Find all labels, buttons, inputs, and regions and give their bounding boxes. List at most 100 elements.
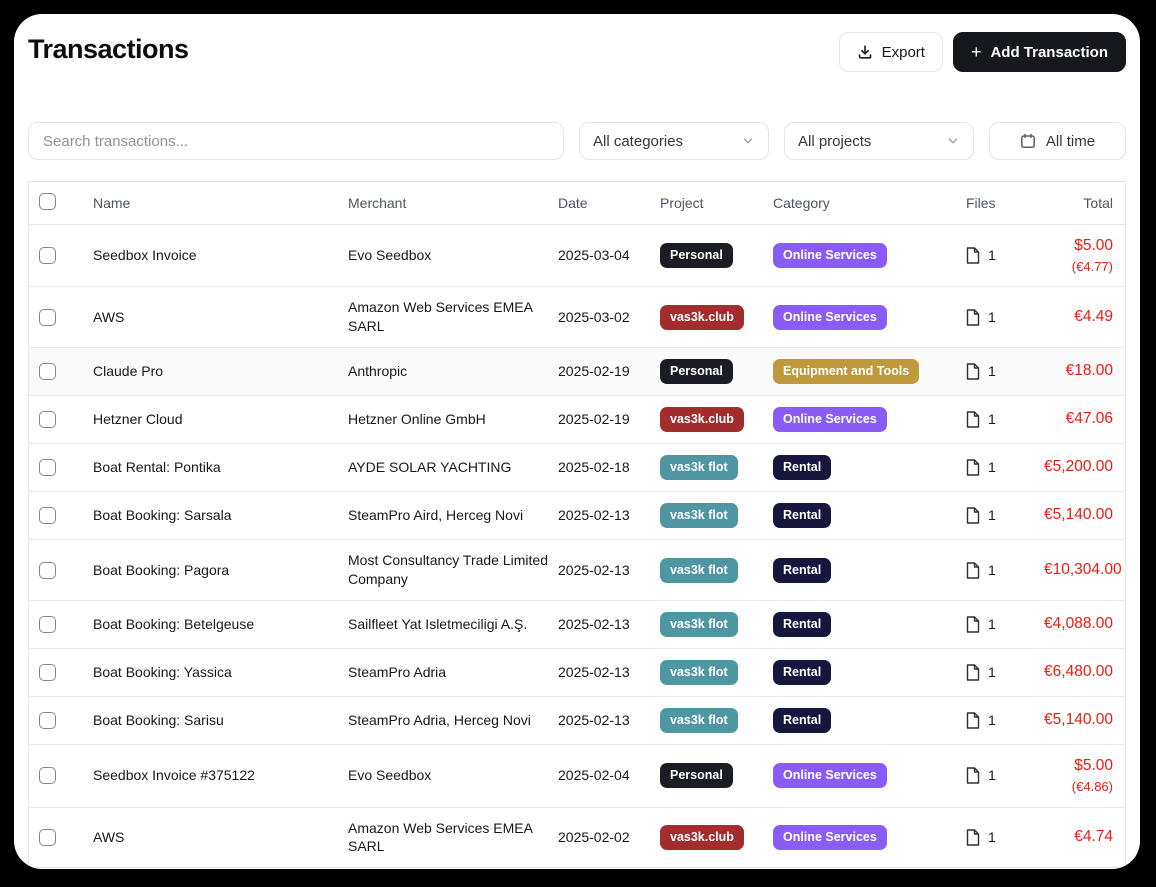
select-all-checkbox[interactable]	[39, 193, 56, 210]
chevron-down-icon	[946, 134, 960, 148]
table-row[interactable]: Boat Booking: Sarisu SteamPro Adria, Her…	[29, 697, 1125, 745]
transaction-merchant: Amazon Web Services EMEA SARL	[348, 287, 558, 347]
export-label: Export	[882, 44, 925, 61]
row-checkbox[interactable]	[39, 767, 56, 784]
row-checkbox[interactable]	[39, 664, 56, 681]
total-amount: €4,088.00	[1044, 614, 1113, 635]
table-row[interactable]: Boat Rental: Pontika AYDE SOLAR YACHTING…	[29, 444, 1125, 492]
project-badge: vas3k.club	[660, 407, 744, 432]
transaction-name: AWS	[93, 814, 348, 861]
transaction-date: 2025-03-04	[558, 232, 660, 279]
transaction-date: 2025-02-02	[558, 814, 660, 861]
file-count: 1	[988, 561, 996, 580]
category-badge: Online Services	[773, 763, 887, 788]
file-count: 1	[988, 828, 996, 847]
transaction-date: 2025-02-13	[558, 601, 660, 648]
project-badge: vas3k flot	[660, 558, 738, 583]
transaction-merchant: Anthropic	[348, 348, 558, 395]
transaction-merchant: Hetzner Online GmbH	[348, 396, 558, 443]
transaction-name: Boat Booking: Betelgeuse	[93, 601, 348, 648]
header-project: Project	[660, 195, 773, 211]
row-checkbox[interactable]	[39, 712, 56, 729]
calendar-icon	[1020, 133, 1036, 149]
file-count: 1	[988, 615, 996, 634]
export-button[interactable]: Export	[839, 32, 943, 72]
file-icon	[966, 829, 980, 846]
file-count: 1	[988, 711, 996, 730]
projects-dropdown[interactable]: All projects	[784, 122, 974, 160]
category-badge: Online Services	[773, 407, 887, 432]
row-checkbox[interactable]	[39, 247, 56, 264]
table-row[interactable]: Boat Booking: Sarsala SteamPro Aird, Her…	[29, 492, 1125, 540]
transaction-merchant: Evo Seedbox	[348, 232, 558, 279]
transaction-merchant: SteamPro Adria, Herceg Novi	[348, 697, 558, 744]
transaction-name: Boat Booking: Pagora	[93, 547, 348, 594]
row-checkbox[interactable]	[39, 616, 56, 633]
transaction-date: 2025-02-13	[558, 492, 660, 539]
transaction-name: AWS	[93, 294, 348, 341]
file-count: 1	[988, 362, 996, 381]
transaction-date: 2025-02-13	[558, 547, 660, 594]
file-count: 1	[988, 766, 996, 785]
row-checkbox[interactable]	[39, 459, 56, 476]
file-count: 1	[988, 308, 996, 327]
row-checkbox[interactable]	[39, 507, 56, 524]
transaction-merchant: Evo Seedbox	[348, 752, 558, 799]
total-converted: (€4.86)	[1072, 778, 1113, 796]
transactions-page: Transactions Export + Add Transaction Al…	[14, 14, 1140, 869]
date-range-dropdown[interactable]: All time	[989, 122, 1126, 160]
table-row[interactable]: Claude Pro Anthropic 2025-02-19 Personal…	[29, 348, 1125, 396]
file-count: 1	[988, 410, 996, 429]
search-input[interactable]	[28, 122, 564, 160]
file-icon	[966, 411, 980, 428]
table-row[interactable]: Boat Booking: Betelgeuse Sailfleet Yat I…	[29, 601, 1125, 649]
table-row[interactable]: AWS Amazon Web Services EMEA SARL 2025-0…	[29, 808, 1125, 868]
total-amount: $5.00	[1074, 756, 1113, 777]
page-header: Transactions Export + Add Transaction	[25, 28, 1129, 72]
row-checkbox[interactable]	[39, 562, 56, 579]
transaction-date: 2025-02-13	[558, 649, 660, 696]
table-row[interactable]: Boat Booking: Pagora Most Consultancy Tr…	[29, 540, 1125, 601]
file-icon	[966, 712, 980, 729]
add-transaction-button[interactable]: + Add Transaction	[953, 32, 1126, 72]
project-badge: vas3k flot	[660, 612, 738, 637]
table-row[interactable]: Hetzner Cloud Hetzner Online GmbH 2025-0…	[29, 396, 1125, 444]
transaction-date: 2025-02-18	[558, 444, 660, 491]
transaction-date: 2025-02-04	[558, 752, 660, 799]
categories-dropdown[interactable]: All categories	[579, 122, 769, 160]
transaction-name: Boat Booking: Sarisu	[93, 697, 348, 744]
project-badge: vas3k flot	[660, 660, 738, 685]
transaction-merchant: SteamPro Aird, Herceg Novi	[348, 492, 558, 539]
file-icon	[966, 363, 980, 380]
row-checkbox[interactable]	[39, 829, 56, 846]
header-files: Files	[966, 195, 1044, 211]
download-icon	[857, 44, 873, 60]
table-row[interactable]: Seedbox Invoice Evo Seedbox 2025-03-04 P…	[29, 225, 1125, 287]
category-badge: Rental	[773, 503, 831, 528]
file-icon	[966, 664, 980, 681]
category-badge: Rental	[773, 660, 831, 685]
file-icon	[966, 309, 980, 326]
file-count: 1	[988, 663, 996, 682]
transaction-name: Seedbox Invoice	[93, 232, 348, 279]
file-count: 1	[988, 506, 996, 525]
category-badge: Online Services	[773, 825, 887, 850]
table-row[interactable]: AWS Amazon Web Services EMEA SARL 2025-0…	[29, 287, 1125, 348]
category-badge: Online Services	[773, 305, 887, 330]
category-badge: Rental	[773, 558, 831, 583]
file-icon	[966, 507, 980, 524]
total-amount: €47.06	[1066, 409, 1113, 430]
project-badge: vas3k flot	[660, 503, 738, 528]
row-checkbox[interactable]	[39, 411, 56, 428]
category-badge: Equipment and Tools	[773, 359, 919, 384]
table-row[interactable]: Seedbox Invoice #375122 Evo Seedbox 2025…	[29, 745, 1125, 807]
header-merchant: Merchant	[348, 195, 558, 211]
row-checkbox[interactable]	[39, 309, 56, 326]
project-badge: vas3k.club	[660, 305, 744, 330]
transaction-name: Seedbox Invoice #375122	[93, 752, 348, 799]
project-badge: Personal	[660, 763, 733, 788]
categories-dropdown-value: All categories	[593, 133, 683, 150]
total-amount: €4.74	[1074, 827, 1113, 848]
table-row[interactable]: Boat Booking: Yassica SteamPro Adria 202…	[29, 649, 1125, 697]
row-checkbox[interactable]	[39, 363, 56, 380]
